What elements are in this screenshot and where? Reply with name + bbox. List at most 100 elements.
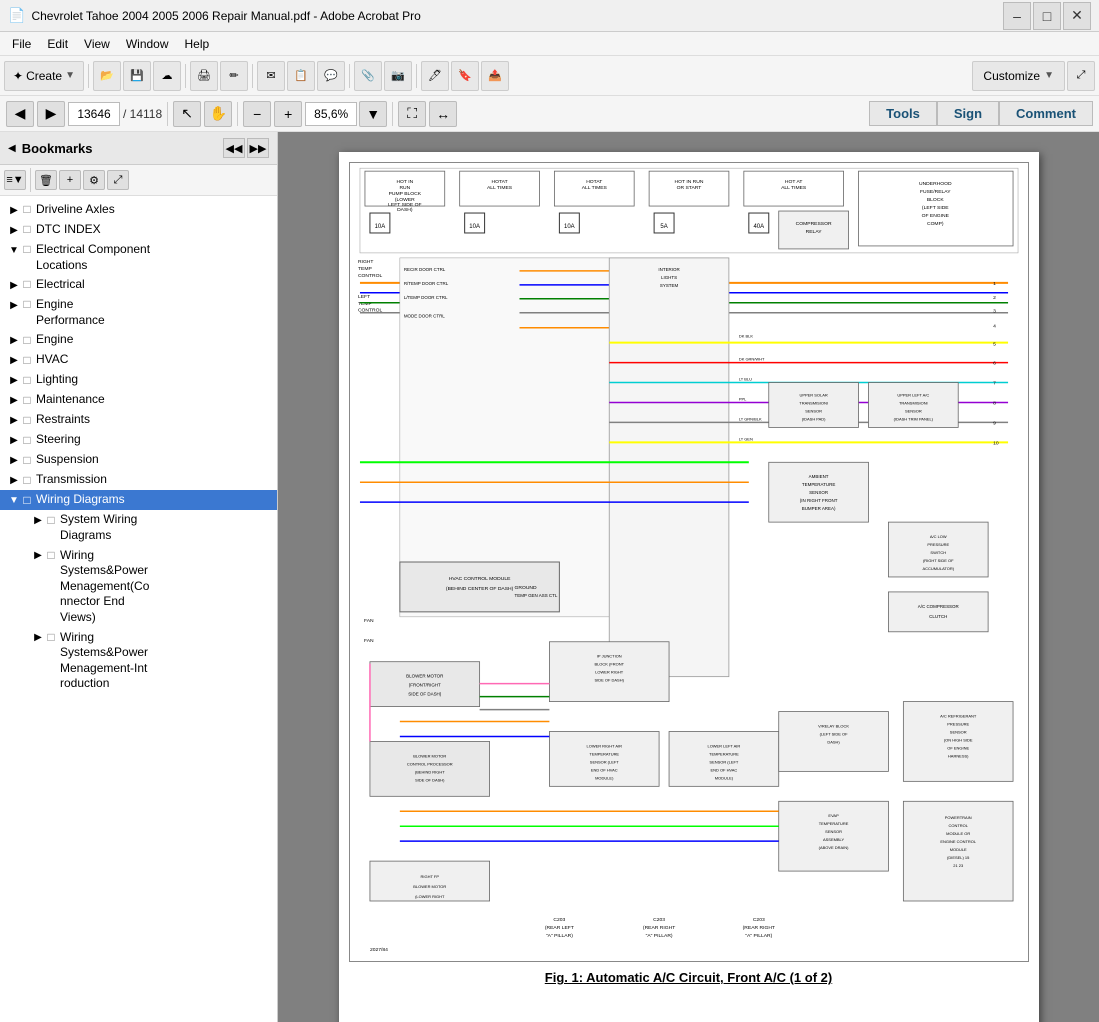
- svg-text:COMPRESSOR: COMPRESSOR: [795, 221, 831, 227]
- nav-next-button[interactable]: ▶: [37, 101, 65, 127]
- edit-button[interactable]: ✏: [220, 61, 248, 91]
- expand-icon[interactable]: ▶: [8, 277, 20, 293]
- bookmark-icon: □: [20, 392, 34, 408]
- expand-icon[interactable]: ▶: [8, 297, 20, 313]
- zoom-input[interactable]: [305, 102, 357, 126]
- expand-icon[interactable]: ▶: [8, 352, 20, 368]
- svg-text:UNDERHOOD: UNDERHOOD: [918, 181, 951, 187]
- fit-page-button[interactable]: ⛶: [398, 101, 426, 127]
- export-button[interactable]: 📤: [481, 61, 509, 91]
- zoom-out-button[interactable]: −: [243, 101, 271, 127]
- svg-text:(IDASH TRIM PANEL): (IDASH TRIM PANEL): [893, 416, 933, 421]
- menu-window[interactable]: Window: [118, 35, 177, 53]
- bookmarks-expand-all-button[interactable]: ▶▶: [247, 138, 269, 158]
- bookmark-driveline-axles[interactable]: ▶ □ Driveline Axles: [0, 200, 277, 220]
- svg-text:(ON HIGH SIDE: (ON HIGH SIDE: [943, 737, 972, 742]
- svg-text:SWITCH: SWITCH: [930, 550, 946, 555]
- expand-icon[interactable]: ▶: [32, 630, 44, 646]
- expand-icon[interactable]: ▶: [8, 392, 20, 408]
- menu-file[interactable]: File: [4, 35, 39, 53]
- svg-text:DASH): DASH): [397, 207, 413, 213]
- stamp-button[interactable]: 📋: [287, 61, 315, 91]
- hand-tool-button[interactable]: ✋: [204, 101, 232, 127]
- create-button[interactable]: ✦ Create ▼: [4, 61, 84, 91]
- pdf-content-area[interactable]: HOT IN RUN PUMP BLOCK (LOWER LEFT SIDE O…: [278, 132, 1099, 1022]
- svg-text:2: 2: [993, 295, 996, 301]
- save-button[interactable]: 💾: [123, 61, 151, 91]
- bookmark-lighting[interactable]: ▶ □ Lighting: [0, 370, 277, 390]
- bookmark-wiring-systems-intro[interactable]: ▶ □ WiringSystems&PowerMenagement-Introd…: [24, 628, 277, 694]
- expand-icon[interactable]: ▶: [32, 548, 44, 564]
- bookmark-icon: □: [20, 222, 34, 238]
- tools-tab[interactable]: Tools: [869, 101, 937, 126]
- bookmark-engine[interactable]: ▶ □ Engine: [0, 330, 277, 350]
- menu-help[interactable]: Help: [177, 35, 218, 53]
- bm-delete-button[interactable]: 🗑: [35, 170, 57, 190]
- bookmark-icon: □: [20, 297, 34, 313]
- expand-icon[interactable]: ▶: [8, 372, 20, 388]
- bookmarks-header: ◀ Bookmarks ◀◀ ▶▶: [0, 132, 277, 165]
- expand-icon[interactable]: ▶: [8, 452, 20, 468]
- bookmark-suspension[interactable]: ▶ □ Suspension: [0, 450, 277, 470]
- sign-button[interactable]: 🖊: [421, 61, 449, 91]
- menu-view[interactable]: View: [76, 35, 118, 53]
- bookmark-engine-performance[interactable]: ▶ □ EnginePerformance: [0, 295, 277, 330]
- bookmarks-collapse-all-button[interactable]: ◀◀: [223, 138, 245, 158]
- bookmark-icon: □: [20, 472, 34, 488]
- expand-icon[interactable]: ▼: [8, 492, 20, 508]
- print-button[interactable]: 🖨: [190, 61, 218, 91]
- comment-tab[interactable]: Comment: [999, 101, 1093, 126]
- close-button[interactable]: ✕: [1063, 2, 1091, 30]
- sign-tab[interactable]: Sign: [937, 101, 999, 126]
- expand-toolbar-button[interactable]: ⤢: [1067, 61, 1095, 91]
- svg-text:RIGHT: RIGHT: [357, 259, 372, 265]
- customize-button[interactable]: Customize ▼: [972, 61, 1065, 91]
- bookmark-restraints[interactable]: ▶ □ Restraints: [0, 410, 277, 430]
- minimize-button[interactable]: ‒: [1003, 2, 1031, 30]
- bm-toolbar-btn-1[interactable]: ≡▼: [4, 170, 26, 190]
- maximize-button[interactable]: □: [1033, 2, 1061, 30]
- menu-edit[interactable]: Edit: [39, 35, 76, 53]
- zoom-in-button[interactable]: +: [274, 101, 302, 127]
- bookmark-transmission[interactable]: ▶ □ Transmission: [0, 470, 277, 490]
- svg-text:A/C LOW: A/C LOW: [929, 534, 946, 539]
- bookmark-hvac[interactable]: ▶ □ HVAC: [0, 350, 277, 370]
- svg-text:HARNESS): HARNESS): [947, 753, 968, 758]
- bookmark-button[interactable]: 🔖: [451, 61, 479, 91]
- expand-icon[interactable]: ▶: [8, 432, 20, 448]
- nav-prev-button[interactable]: ◀: [6, 101, 34, 127]
- page-number-input[interactable]: [68, 102, 120, 126]
- bookmark-system-wiring-diagrams[interactable]: ▶ □ System WiringDiagrams: [24, 510, 277, 545]
- bm-settings-button[interactable]: ⚙: [83, 170, 105, 190]
- select-tool-button[interactable]: ↖: [173, 101, 201, 127]
- bookmark-wiring-diagrams[interactable]: ▼ □ Wiring Diagrams: [0, 490, 277, 510]
- bookmark-maintenance[interactable]: ▶ □ Maintenance: [0, 390, 277, 410]
- svg-text:PPL: PPL: [738, 396, 746, 401]
- bookmark-electrical-component-locations[interactable]: ▼ □ Electrical ComponentLocations: [0, 240, 277, 275]
- bm-add-button[interactable]: +: [59, 170, 81, 190]
- bookmark-steering[interactable]: ▶ □ Steering: [0, 430, 277, 450]
- left-panel: ◀ Bookmarks ◀◀ ▶▶ ≡▼ 🗑 + ⚙ ⤢ ▶ □: [0, 132, 278, 1022]
- bookmark-icon: □: [44, 548, 58, 564]
- open-button[interactable]: 📂: [93, 61, 121, 91]
- zoom-dropdown-button[interactable]: ▼: [359, 101, 387, 127]
- expand-icon[interactable]: ▶: [8, 222, 20, 238]
- expand-icon[interactable]: ▶: [32, 512, 44, 528]
- attach-button[interactable]: 📎: [354, 61, 382, 91]
- expand-icon[interactable]: ▶: [8, 472, 20, 488]
- email-button[interactable]: ✉: [257, 61, 285, 91]
- bookmarks-collapse-icon[interactable]: ◀: [8, 143, 16, 154]
- camera-button[interactable]: 📷: [384, 61, 412, 91]
- expand-icon[interactable]: ▶: [8, 332, 20, 348]
- expand-icon[interactable]: ▶: [8, 202, 20, 218]
- comment-button[interactable]: 💬: [317, 61, 345, 91]
- bookmark-wiring-systems-connector[interactable]: ▶ □ WiringSystems&PowerMenagement(Connec…: [24, 546, 277, 628]
- svg-text:COMP): COMP): [926, 221, 943, 227]
- expand-icon[interactable]: ▶: [8, 412, 20, 428]
- cloud-button[interactable]: ☁: [153, 61, 181, 91]
- bm-expand-button[interactable]: ⤢: [107, 170, 129, 190]
- fit-width-button[interactable]: ↔: [429, 101, 457, 127]
- expand-icon[interactable]: ▼: [8, 242, 20, 258]
- bookmark-dtc-index[interactable]: ▶ □ DTC INDEX: [0, 220, 277, 240]
- bookmark-electrical[interactable]: ▶ □ Electrical: [0, 275, 277, 295]
